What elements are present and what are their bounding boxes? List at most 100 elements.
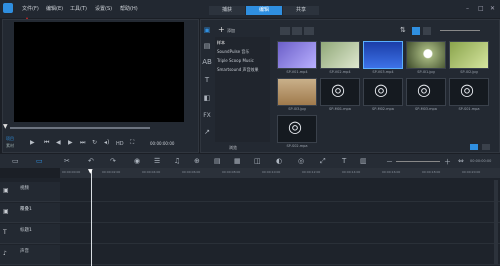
track-header-video[interactable] [0,182,60,202]
thumb-caption: SP-I01.jpg [417,70,435,74]
thumb-caption: SP-V03.mp4 [372,70,394,74]
video-track-icon: ▣ [3,187,9,194]
scrub-bar[interactable] [10,127,150,129]
track-label: 声音 [20,249,29,254]
end-icon[interactable]: ⏭ [80,139,85,147]
thumb-caption: SP-S02.mpa [286,144,308,148]
menu-edit[interactable]: 编辑(E) [46,5,63,12]
thumb-video[interactable] [363,41,403,69]
thumb-caption: SP-V02.mp4 [329,70,351,74]
fullscreen-icon[interactable]: ⛶ [130,139,134,147]
thumb-image[interactable] [277,78,317,106]
thumb-video[interactable] [320,41,360,69]
playhead-marker-icon[interactable]: ▼ [88,168,93,175]
folder-item[interactable]: 样本 [217,40,225,46]
track-lane[interactable] [60,245,500,265]
play-icon[interactable]: ▶ [30,139,35,146]
menu-help[interactable]: 帮助(H) [120,5,138,12]
undo-icon[interactable]: ↶ [88,157,94,165]
home-icon[interactable]: ⏮ [44,139,49,147]
thumb-caption: SP-M01.mpa [329,107,351,111]
grid-view-icon[interactable] [412,27,420,35]
audio-duck-icon[interactable]: ▥ [360,157,367,165]
add-folder-icon[interactable]: + [218,25,225,34]
thumb-image[interactable] [406,41,446,69]
close-icon[interactable]: ✕ [490,5,495,12]
tab-capture[interactable]: 捕获 [209,6,245,15]
timeline-view-icon[interactable]: ▭ [36,157,43,165]
motion-tracking-icon[interactable]: ⊕ [194,157,200,165]
subtitle-icon[interactable]: ▤ [214,157,221,165]
thumb-image[interactable] [449,41,489,69]
music-disc-icon: ◎ [331,80,345,99]
sort-icon[interactable]: ⇅ [400,26,406,34]
multicam-icon[interactable]: ▦ [234,157,241,165]
track-label: 覆叠1 [20,207,32,212]
timecode[interactable]: 00:00:00:00 [150,141,174,146]
repeat-icon[interactable]: ↻ [92,139,97,146]
maximize-icon[interactable]: □ [478,5,484,12]
thumb-video[interactable] [277,41,317,69]
scrub-handle-icon[interactable]: ▼ [3,123,8,130]
mixer-icon[interactable]: ☰ [154,157,160,165]
track-lane[interactable] [60,203,500,223]
filter-video-icon[interactable] [280,27,290,35]
zoom-in-icon[interactable]: ＋ [444,157,451,167]
scale-icon[interactable]: ⤢ [320,157,326,166]
timeline-scrollbar[interactable] [494,180,498,264]
ruler-tick: 00:00:14:00 [342,170,361,174]
tab-edit[interactable]: 编辑 [246,6,282,15]
cut-icon[interactable]: ✂ [64,157,70,165]
track-lane[interactable] [60,182,500,202]
thumb-caption: SP-V01.mp4 [286,70,308,74]
split-screen-icon[interactable]: ◫ [254,157,261,165]
menu-settings[interactable]: 设置(S) [95,5,112,12]
menu-tools[interactable]: 工具(T) [70,5,87,12]
zoom-out-icon[interactable]: － [386,157,393,167]
tab-share[interactable]: 共享 [283,6,319,15]
ruler-tick: 00:00:12:00 [302,170,321,174]
title-add-icon[interactable]: T [342,157,346,165]
library-options-icon[interactable] [470,144,478,150]
auto-music-icon[interactable]: ♫ [174,157,180,165]
path-icon[interactable]: ↗ [201,128,213,138]
thumb-caption: SP-S01.mpa [458,107,480,111]
volume-icon[interactable]: ◂) [104,139,109,146]
prev-frame-icon[interactable]: ◀ [56,139,61,146]
hd-button[interactable]: HD [116,141,124,147]
title-icon[interactable]: T [201,76,213,86]
next-frame-icon[interactable]: ▶ [68,139,73,146]
minimize-icon[interactable]: – [466,5,469,12]
filter-image-icon[interactable] [292,27,302,35]
folder-item[interactable]: Triple Scoop Music [217,58,254,63]
folder-item[interactable]: SoundPulse 音乐 [217,49,249,55]
thumb-caption: SP-M02.mpa [372,107,394,111]
filter-audio-icon[interactable] [304,27,314,35]
add-label[interactable]: 添加 [227,28,235,34]
storyboard-view-icon[interactable]: ▭ [12,157,19,165]
track-lane[interactable] [60,224,500,244]
redo-icon[interactable]: ↷ [110,157,116,165]
browse-label[interactable]: 浏览 [229,145,237,151]
zoom-slider[interactable] [396,161,440,162]
folder-item[interactable]: Smartsound 声音效果 [217,67,259,73]
playhead[interactable] [91,170,92,266]
ruler-tick: 00:00:08:00 [222,170,241,174]
fx-icon[interactable]: FX [201,112,213,122]
record-capture-icon[interactable]: ◉ [134,157,140,165]
mask-icon[interactable]: ◐ [276,157,282,165]
stop-motion-icon[interactable]: ◎ [298,157,304,165]
transition-icon[interactable]: AB [201,58,213,68]
thumb-size-slider[interactable] [440,30,480,31]
fit-icon[interactable]: ⇔ [458,157,464,165]
project-label[interactable]: 项目 [6,136,14,142]
list-view-icon[interactable] [423,27,431,35]
library-expand-icon[interactable] [482,144,490,150]
media-icon[interactable]: ▣ [201,26,213,36]
clip-label[interactable]: 素材 [6,143,14,149]
menu-file[interactable]: 文件(F) [22,5,39,12]
graphic-icon[interactable]: ◧ [201,94,213,104]
track-header-voice[interactable] [0,245,60,265]
instant-project-icon[interactable]: ▤ [201,42,213,52]
ruler-tick: 00:00:16:00 [382,170,401,174]
